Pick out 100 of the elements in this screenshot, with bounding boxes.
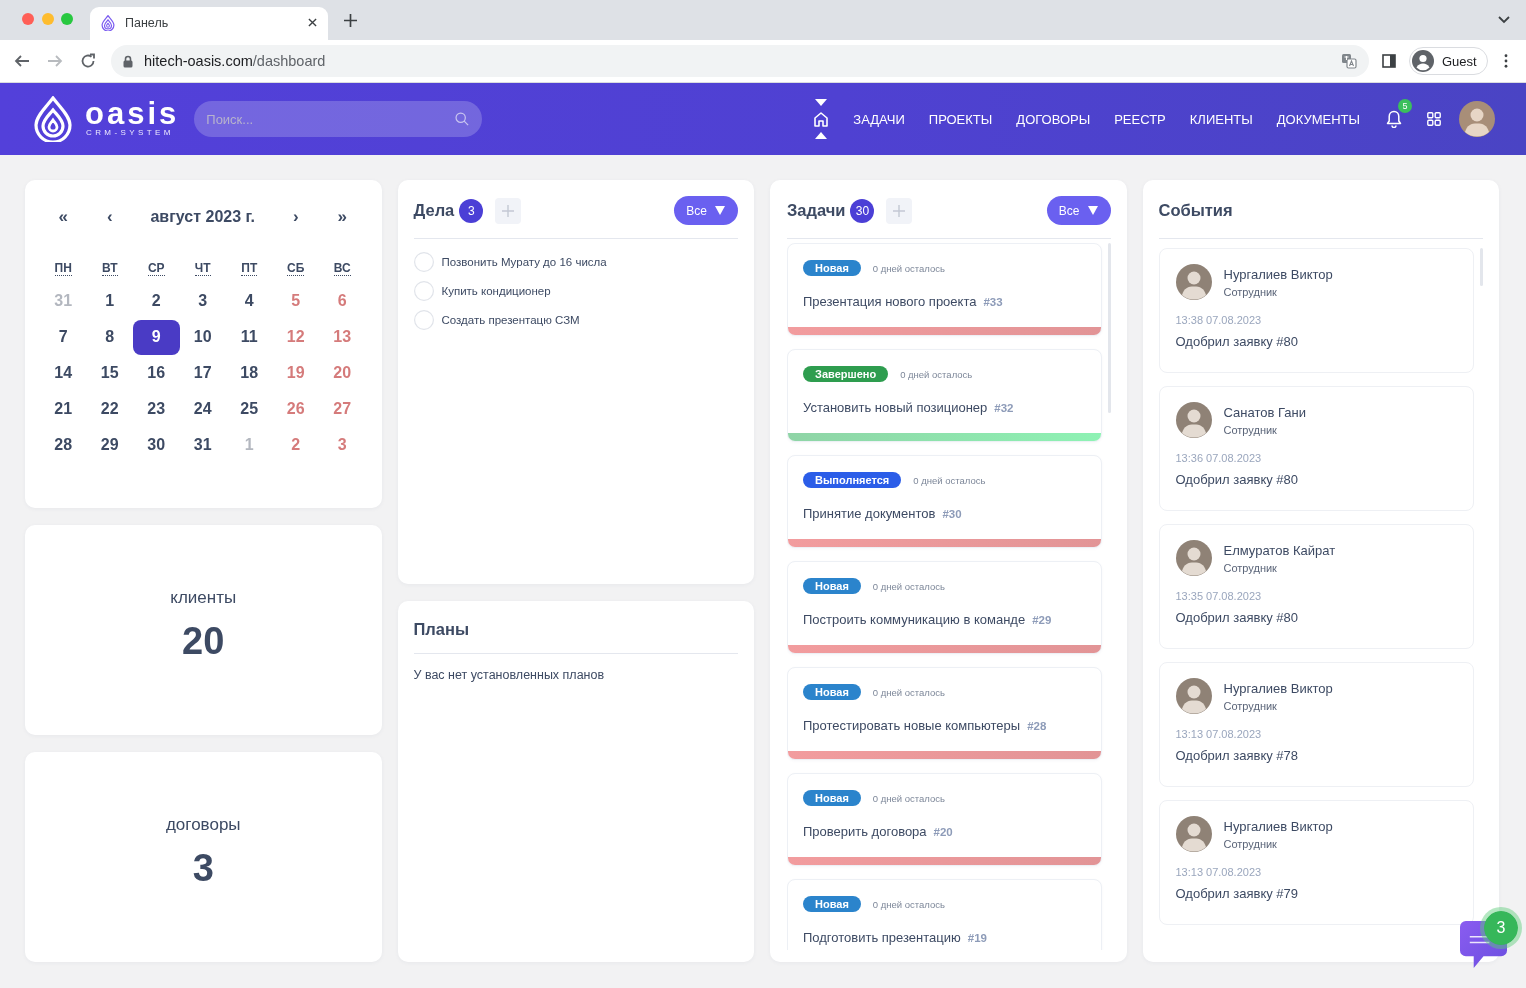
prev-year-button[interactable]: «: [54, 207, 72, 227]
weekday-label: ЧТ: [194, 261, 211, 276]
task-card[interactable]: Новая 0 дней осталось Протестировать новые компьютеры #28: [787, 667, 1102, 760]
person-role: Сотрудник: [1223, 836, 1277, 851]
side-panel-icon[interactable]: [1382, 54, 1396, 68]
plus-icon: [893, 204, 906, 217]
drop-logo-icon[interactable]: [33, 96, 73, 142]
calendar-day[interactable]: 9: [133, 319, 180, 355]
task-number: #28: [1027, 719, 1047, 734]
browser-tab[interactable]: Панель: [90, 7, 328, 40]
calendar-day[interactable]: 28: [40, 427, 87, 463]
drop-logo-icon: [101, 14, 115, 31]
next-month-button[interactable]: ›: [288, 207, 303, 227]
status-badge: Выполняется: [803, 472, 902, 488]
calendar-day[interactable]: 22: [86, 391, 133, 427]
unread-badge: 3: [1480, 907, 1522, 949]
days-left-text: 0 дней осталось: [872, 686, 945, 698]
chevron-down-icon[interactable]: [1498, 16, 1510, 24]
calendar-day[interactable]: 11: [226, 319, 273, 355]
task-number: #19: [967, 931, 987, 946]
arrow-left-icon[interactable]: [14, 53, 30, 69]
avatar-icon: [1175, 678, 1212, 714]
weekday-label: ПТ: [241, 261, 258, 276]
search-icon[interactable]: [455, 112, 470, 126]
calendar-day[interactable]: 21: [40, 391, 87, 427]
event-text: Одобрил заявку #80: [1175, 472, 1299, 488]
close-icon[interactable]: [308, 18, 317, 27]
event-text: Одобрил заявку #78: [1175, 748, 1299, 764]
calendar-day[interactable]: 1: [86, 283, 133, 319]
task-card[interactable]: Новая 0 дней осталось Подготовить презентацию #19: [787, 879, 1102, 950]
days-left-text: 0 дней осталось: [872, 898, 945, 910]
calendar-day[interactable]: 16: [133, 355, 180, 391]
calendar-day[interactable]: 14: [40, 355, 87, 391]
filter-button[interactable]: Все: [674, 196, 738, 225]
days-left-text: 0 дней осталось: [900, 368, 973, 380]
person-name: Нургалиев Виктор: [1223, 679, 1333, 697]
panel-title: Дела: [413, 201, 455, 220]
avatar-icon: [1175, 816, 1212, 852]
more-icon[interactable]: [1503, 54, 1508, 68]
notification-badge: 5: [1398, 99, 1412, 113]
checkbox[interactable]: [413, 251, 434, 272]
calendar-day[interactable]: 8: [86, 319, 133, 355]
nav-link[interactable]: РЕЕСТР: [1114, 111, 1166, 127]
task-card[interactable]: Новая 0 дней осталось Презентация нового проекта #33: [787, 243, 1102, 336]
task-card[interactable]: Завершено 0 дней осталось Установить новый позиционер #32: [787, 349, 1102, 442]
home-link[interactable]: [813, 99, 830, 139]
calendar-day[interactable]: 25: [226, 391, 273, 427]
logo-wordmark: oasis: [85, 100, 180, 127]
event-time: 13:38 07.08.2023: [1175, 313, 1262, 327]
task-card[interactable]: Новая 0 дней осталось Проверить договора #20: [787, 773, 1102, 866]
calendar-day[interactable]: 15: [86, 355, 133, 391]
lock-icon: [123, 54, 133, 68]
calendar-day[interactable]: 18: [226, 355, 273, 391]
profile-button[interactable]: Guest: [1409, 47, 1488, 75]
calendar-day[interactable]: 31: [179, 427, 226, 463]
calendar-day[interactable]: 17: [179, 355, 226, 391]
avatar-icon[interactable]: [1459, 101, 1495, 137]
calendar-day[interactable]: 29: [86, 427, 133, 463]
nav-link[interactable]: ДОКУМЕНТЫ: [1276, 111, 1360, 127]
calendar-day[interactable]: 4: [226, 283, 273, 319]
next-year-button[interactable]: »: [333, 207, 351, 227]
event-time: 13:35 07.08.2023: [1175, 589, 1262, 603]
calendar-day[interactable]: 24: [179, 391, 226, 427]
nav-link[interactable]: ДОГОВОРЫ: [1016, 111, 1091, 127]
calendar-day[interactable]: 7: [40, 319, 87, 355]
checkbox[interactable]: [413, 280, 434, 301]
weekday-label: ВТ: [101, 261, 118, 276]
person-name: Нургалиев Виктор: [1223, 817, 1333, 835]
task-number: #33: [983, 295, 1003, 310]
days-left-text: 0 дней осталось: [872, 792, 945, 804]
reload-icon[interactable]: [80, 53, 96, 69]
days-left-text: 0 дней осталось: [872, 580, 945, 592]
calendar-day[interactable]: 30: [133, 427, 180, 463]
checkbox[interactable]: [413, 309, 434, 330]
nav-link[interactable]: ЗАДАЧИ: [853, 111, 905, 127]
calendar-day[interactable]: 3: [179, 283, 226, 319]
person-name: Елмуратов Кайрат: [1223, 541, 1336, 559]
calendar-day[interactable]: 10: [179, 319, 226, 355]
event-time: 13:13 07.08.2023: [1175, 727, 1262, 741]
task-title: Презентация нового проекта: [803, 294, 977, 310]
event-text: Одобрил заявку #80: [1175, 334, 1299, 350]
nav-link[interactable]: КЛИЕНТЫ: [1189, 111, 1253, 127]
count-badge: 30: [850, 198, 875, 223]
plus-icon[interactable]: [344, 13, 357, 27]
person-role: Сотрудник: [1223, 422, 1277, 437]
grid-icon[interactable]: [1427, 112, 1441, 126]
prev-month-button[interactable]: ‹: [102, 207, 117, 227]
person-name: Санатов Гани: [1223, 403, 1306, 421]
calendar-day[interactable]: 2: [133, 283, 180, 319]
task-number: #32: [994, 401, 1014, 416]
filter-button[interactable]: Все: [1046, 196, 1111, 225]
calendar-day[interactable]: 23: [133, 391, 180, 427]
task-number: #20: [933, 825, 953, 840]
bell-icon[interactable]: [1386, 110, 1402, 128]
panel-title: Планы: [413, 619, 470, 639]
nav-link[interactable]: ПРОЕКТЫ: [928, 111, 993, 127]
task-card[interactable]: Новая 0 дней осталось Построить коммуникацию в команде #29: [787, 561, 1102, 654]
translate-icon[interactable]: [1341, 53, 1357, 69]
address-bar[interactable]: hitech-oasis.com/dashboard: [111, 45, 1369, 77]
task-card[interactable]: Выполняется 0 дней осталось Принятие документов #30: [787, 455, 1102, 548]
